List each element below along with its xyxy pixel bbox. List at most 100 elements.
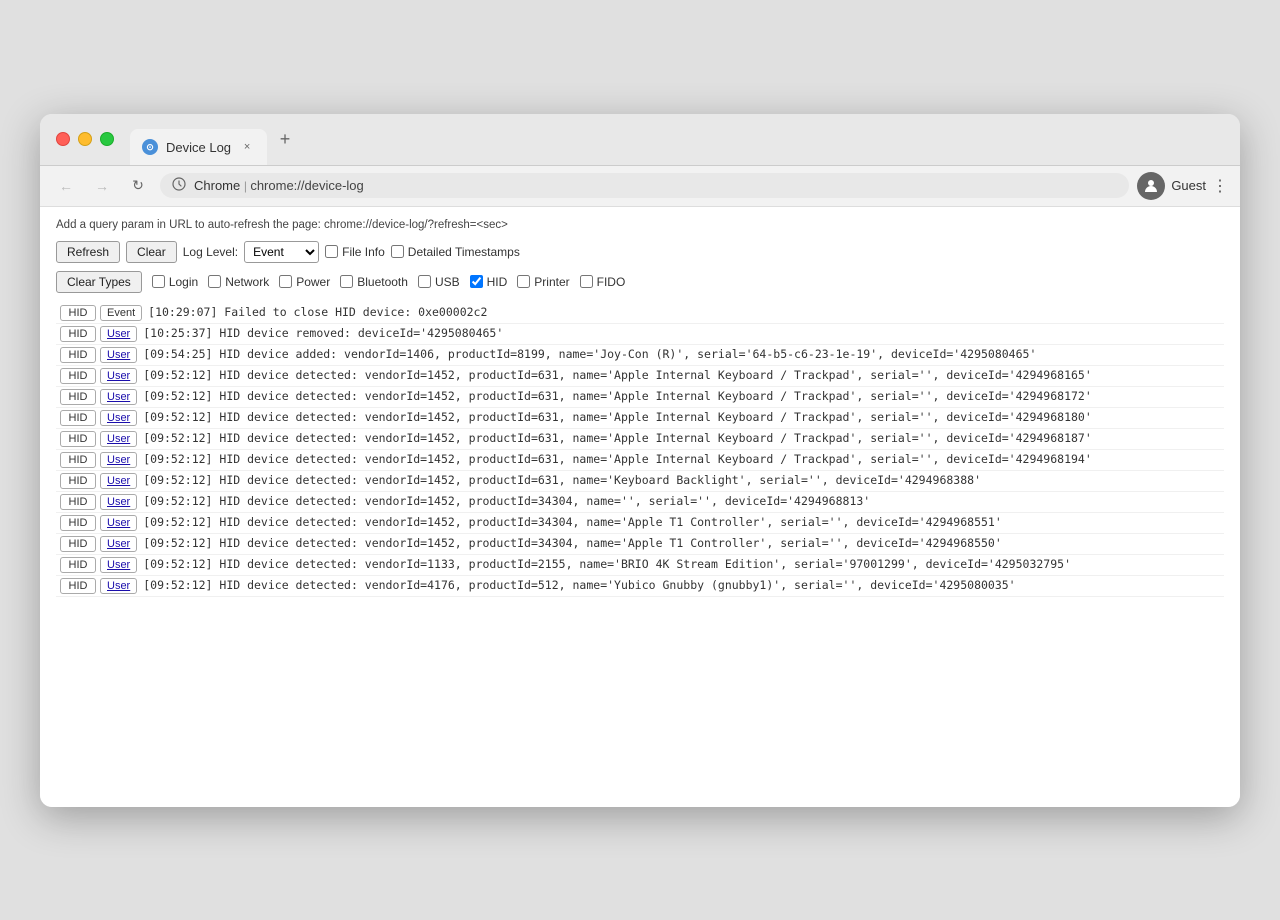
log-message: [09:52:12] HID device detected: vendorId… [143,557,1220,571]
filter-bluetooth-label[interactable]: Bluetooth [357,275,408,289]
log-row: HIDUser[09:54:25] HID device added: vend… [56,345,1224,366]
log-message: [09:52:12] HID device detected: vendorId… [143,389,1220,403]
log-message: [09:54:25] HID device added: vendorId=14… [143,347,1220,361]
detailed-timestamps-group: Detailed Timestamps [391,245,520,259]
reload-button[interactable]: ↻ [124,172,152,200]
navbar: ← → ↻ Chrome | chrome://device-log [40,166,1240,207]
log-message: [09:52:12] HID device detected: vendorId… [143,578,1220,592]
filter-printer-label[interactable]: Printer [534,275,569,289]
log-type-badge: HID [60,326,96,342]
log-row: HIDUser [09:52:12] HID device detected: v… [56,429,1224,450]
filter-login-checkbox[interactable] [152,275,165,288]
log-level-badge[interactable]: User [100,410,137,426]
log-message: [09:52:12] HID device detected: vendorId… [143,410,1220,424]
filter-hid: HID [470,275,508,289]
tab-close-button[interactable]: × [239,139,255,155]
log-message: [09:52:12] HID device detected: vendorId… [143,536,1220,550]
filter-bluetooth-checkbox[interactable] [340,275,353,288]
log-message: [09:52:12] HID device detected: vendorId… [143,431,1220,445]
minimize-button[interactable] [78,132,92,146]
log-level-badge[interactable]: User [100,578,137,594]
log-level-badge[interactable]: User [100,515,137,531]
filter-power: Power [279,275,330,289]
log-level-label: Log Level: [183,245,238,259]
file-info-checkbox[interactable] [325,245,338,258]
refresh-button[interactable]: Refresh [56,241,120,263]
clear-button[interactable]: Clear [126,241,177,263]
log-type-badge: HID [60,494,96,510]
hint-text: Add a query param in URL to auto-refresh… [56,219,1224,231]
filter-printer-checkbox[interactable] [517,275,530,288]
tab-favicon: ⊙ [142,139,158,155]
tab-bar: ⊙ Device Log × + [130,114,1240,165]
log-type-badge: HID [60,452,96,468]
log-row: HIDUser [09:52:12] HID device detected: v… [56,387,1224,408]
filter-power-label[interactable]: Power [296,275,330,289]
close-button[interactable] [56,132,70,146]
filter-bluetooth: Bluetooth [340,275,408,289]
log-message: [09:52:12] HID device detected: vendorId… [143,494,1220,508]
log-level-badge[interactable]: User [100,431,137,447]
log-message: [09:52:12] HID device detected: vendorId… [143,515,1220,529]
log-level-badge[interactable]: User [100,452,137,468]
filter-power-checkbox[interactable] [279,275,292,288]
filter-network-checkbox[interactable] [208,275,221,288]
log-row: HIDUser[09:52:12] HID device detected: v… [56,555,1224,576]
log-message: [09:52:12] HID device detected: vendorId… [143,452,1220,466]
filter-fido: FIDO [580,275,626,289]
filter-login-label[interactable]: Login [169,275,198,289]
log-level-badge[interactable]: User [100,494,137,510]
titlebar: ⊙ Device Log × + [40,114,1240,166]
log-type-badge: HID [60,431,96,447]
log-level-badge[interactable]: User [100,368,137,384]
log-row: HIDUser[09:52:12] HID device detected: v… [56,408,1224,429]
log-type-badge: HID [60,536,96,552]
log-row: HIDUser [09:52:12] HID device detected: v… [56,576,1224,597]
filter-network-label[interactable]: Network [225,275,269,289]
log-level-badge[interactable]: User [100,536,137,552]
filter-fido-label[interactable]: FIDO [597,275,626,289]
forward-button[interactable]: → [88,172,116,200]
address-brand: Chrome | chrome://device-log [194,178,1117,193]
filter-login: Login [152,275,198,289]
log-type-badge: HID [60,515,96,531]
log-level-badge[interactable]: User [100,389,137,405]
log-row: HIDUser[10:25:37] HID device removed: de… [56,324,1224,345]
log-level-badge[interactable]: User [100,347,137,363]
page-content: Add a query param in URL to auto-refresh… [40,207,1240,807]
log-level-badge: Event [100,305,142,321]
log-type-badge: HID [60,578,96,594]
log-message: [09:52:12] HID device detected: vendorId… [143,473,1220,487]
log-entries: HIDEvent[10:29:07] Failed to close HID d… [56,303,1224,597]
user-avatar[interactable] [1137,172,1165,200]
menu-button[interactable]: ⋮ [1212,176,1228,196]
detailed-timestamps-label[interactable]: Detailed Timestamps [408,245,520,259]
file-info-group: File Info [325,245,385,259]
guest-label: Guest [1171,178,1206,193]
log-row: HIDUser [09:52:12] HID device detected: v… [56,492,1224,513]
filter-hid-checkbox[interactable] [470,275,483,288]
log-row: HIDUser [09:52:12] HID device detected: v… [56,450,1224,471]
address-url-text: chrome://device-log [250,178,363,193]
filter-usb-label[interactable]: USB [435,275,460,289]
log-level-badge[interactable]: User [100,326,137,342]
log-message: [10:29:07] Failed to close HID device: 0… [148,305,1220,319]
detailed-timestamps-checkbox[interactable] [391,245,404,258]
log-level-badge[interactable]: User [100,557,137,573]
maximize-button[interactable] [100,132,114,146]
file-info-label[interactable]: File Info [342,245,385,259]
filter-row: Clear Types Login Network Power Bluetoot… [56,271,1224,293]
filter-hid-label[interactable]: HID [487,275,508,289]
address-bar[interactable]: Chrome | chrome://device-log [160,173,1129,198]
log-type-badge: HID [60,389,96,405]
active-tab[interactable]: ⊙ Device Log × [130,129,267,165]
toolbar-row1: Refresh Clear Log Level: Event Verbose D… [56,241,1224,263]
clear-types-button[interactable]: Clear Types [56,271,142,293]
log-level-select[interactable]: Event Verbose Debug Info Warning Error [244,241,319,263]
new-tab-button[interactable]: + [271,125,299,153]
log-message: [09:52:12] HID device detected: vendorId… [143,368,1220,382]
filter-usb-checkbox[interactable] [418,275,431,288]
filter-fido-checkbox[interactable] [580,275,593,288]
back-button[interactable]: ← [52,172,80,200]
log-level-badge[interactable]: User [100,473,137,489]
